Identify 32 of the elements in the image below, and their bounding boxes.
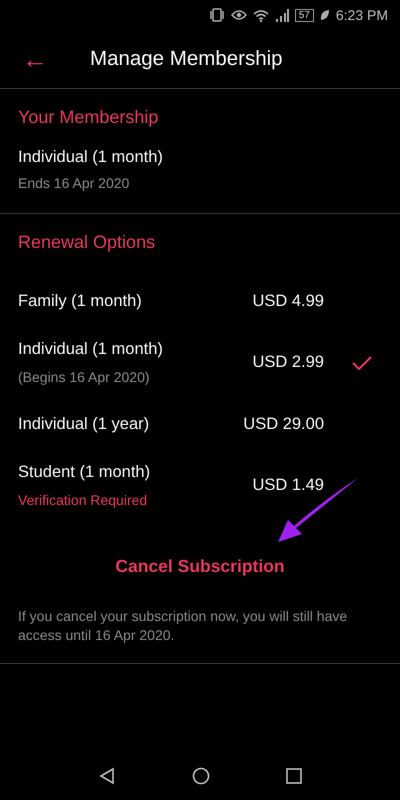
back-button[interactable]: ← [16,46,54,72]
back-icon[interactable] [98,767,116,785]
plan-end-date: Ends 16 Apr 2020 [18,175,130,191]
plan-price: USD 4.99 [251,292,324,310]
section-heading: Renewal Options [18,232,156,253]
eye-icon [230,9,247,21]
plan-option[interactable]: Family (1 month) USD 4.99 [0,279,400,323]
plan-name: Family (1 month) [18,292,143,310]
plan-name: Individual (1 month) [18,340,164,359]
plan-option[interactable]: Individual (1 month) (Begins 16 Apr 2020) USD 2.99 [0,336,400,389]
plan-note: (Begins 16 Apr 2020) [18,369,151,385]
section-heading: Your Membership [18,107,160,128]
warning-note: Verification Required [18,492,148,508]
current-plan: Individual (1 month) [18,148,164,167]
plan-price: USD 2.99 [251,353,324,372]
home-icon[interactable] [192,767,210,785]
page-title: Manage Membership [90,47,283,71]
vibrate-icon [208,8,225,22]
wifi-icon [252,8,269,22]
plan-option[interactable]: Student (1 month) Verification Required USD 1.49 [0,459,400,512]
signal-icon [274,8,289,22]
clock-time: 6:23 PM [336,7,388,23]
plan-price: USD 29.00 [242,414,324,434]
plan-option[interactable]: Individual (1 year) USD 29.00 [0,402,400,446]
plan-name: Student (1 month) [18,463,152,482]
recents-icon[interactable] [286,768,302,784]
plan-name: Individual (1 year) [18,414,150,434]
leaf-icon [320,9,330,21]
plan-price: USD 1.49 [251,476,324,495]
battery-level: 57 [294,8,314,22]
info-text: If you cancel your subscription now, you will still have access until 16 Apr 2020. [17,607,348,645]
cancel-subscription-button[interactable]: Cancel Subscription [105,550,295,583]
